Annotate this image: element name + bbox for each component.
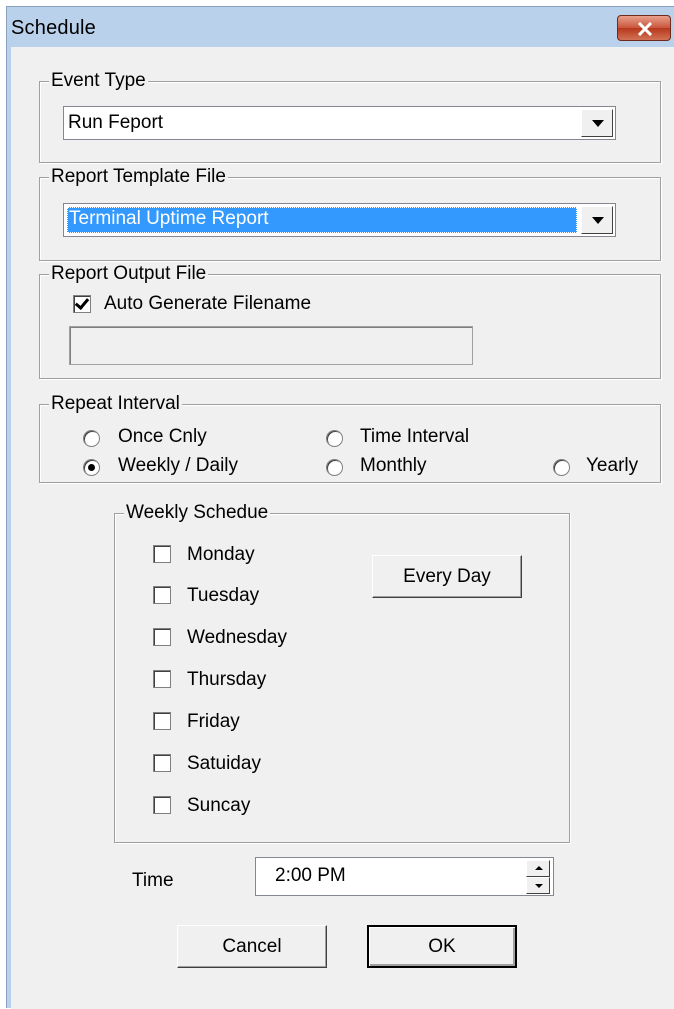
report-template-value: Terminal Uptime Report <box>67 207 577 233</box>
dialog-client: Event Type Run Feport Report Template Fi… <box>11 47 674 1009</box>
weekly-schedule-legend: Weekly Schedue <box>124 502 271 524</box>
window-title: Schedule <box>11 17 96 39</box>
radio-monthly[interactable] <box>326 459 343 476</box>
close-button[interactable] <box>617 15 671 41</box>
checkbox-sunday[interactable] <box>153 796 171 814</box>
report-output-group: Report Output File Auto Generate Filenam… <box>39 263 661 379</box>
report-output-legend: Report Output File <box>49 263 209 285</box>
title-bar[interactable]: Schedule <box>7 7 674 47</box>
checkbox-monday[interactable] <box>153 545 171 563</box>
day-label-wednesday[interactable]: Wednesday <box>187 627 287 649</box>
day-label-monday[interactable]: Monday <box>187 544 255 566</box>
time-value[interactable]: 2:00 PM <box>275 865 346 887</box>
close-x-icon <box>637 22 653 36</box>
checkbox-saturday[interactable] <box>153 754 171 772</box>
spin-up-icon[interactable] <box>526 860 550 877</box>
radio-yearly[interactable] <box>553 459 570 476</box>
event-type-group: Event Type Run Feport <box>39 70 661 163</box>
checkbox-thursday[interactable] <box>153 670 171 688</box>
chevron-down-icon[interactable] <box>581 206 613 234</box>
radio-once-only[interactable] <box>83 430 100 447</box>
radio-monthly-label[interactable]: Monthly <box>360 455 427 477</box>
cancel-label: Cancel <box>222 935 282 957</box>
radio-time-interval-label[interactable]: Time Interval <box>360 426 469 448</box>
checkbox-friday[interactable] <box>153 712 171 730</box>
spin-down-icon[interactable] <box>526 877 550 894</box>
time-picker[interactable]: 2:00 PM <box>255 857 554 896</box>
day-label-thursday[interactable]: Thursday <box>187 669 266 691</box>
weekly-schedule-group: Weekly Schedue Monday Tuesday Wednesday … <box>114 502 570 843</box>
day-label-tuesday[interactable]: Tuesday <box>187 585 259 607</box>
cancel-button[interactable]: Cancel <box>177 925 327 968</box>
time-label: Time <box>132 870 174 891</box>
repeat-interval-group: Repeat Interval Once Cnly Time Interval … <box>39 393 661 483</box>
radio-once-only-label[interactable]: Once Cnly <box>118 426 207 448</box>
auto-generate-label[interactable]: Auto Generate Filename <box>104 293 311 315</box>
ok-button[interactable]: OK <box>367 925 517 968</box>
chevron-down-icon[interactable] <box>581 109 613 137</box>
radio-time-interval[interactable] <box>326 430 343 447</box>
every-day-button[interactable]: Every Day <box>372 555 522 598</box>
radio-weekly-daily-label[interactable]: Weekly / Daily <box>118 455 238 477</box>
auto-generate-checkbox[interactable] <box>73 295 91 313</box>
event-type-value: Run Feport <box>68 112 164 133</box>
report-template-group: Report Template File Terminal Uptime Rep… <box>39 166 661 261</box>
every-day-label: Every Day <box>403 565 491 587</box>
repeat-interval-legend: Repeat Interval <box>49 393 182 415</box>
radio-yearly-label[interactable]: Yearly <box>586 455 638 477</box>
event-type-legend: Event Type <box>49 70 148 92</box>
day-label-sunday[interactable]: Suncay <box>187 795 250 817</box>
day-label-friday[interactable]: Friday <box>187 711 240 733</box>
event-type-combo[interactable]: Run Feport <box>63 106 616 140</box>
report-template-legend: Report Template File <box>49 166 228 188</box>
ok-label: OK <box>428 935 456 957</box>
checkbox-tuesday[interactable] <box>153 586 171 604</box>
output-filename-field[interactable] <box>69 326 473 365</box>
day-label-saturday[interactable]: Satuiday <box>187 753 261 775</box>
schedule-dialog: Schedule Event Type Run Feport Report Te… <box>6 6 674 1009</box>
checkbox-wednesday[interactable] <box>153 628 171 646</box>
report-template-combo[interactable]: Terminal Uptime Report <box>63 203 616 237</box>
radio-weekly-daily[interactable] <box>83 459 100 476</box>
